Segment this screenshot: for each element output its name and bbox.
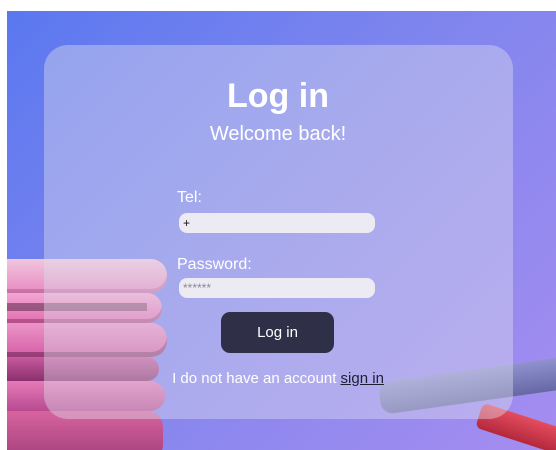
password-input[interactable]	[179, 278, 375, 298]
login-button[interactable]: Log in	[221, 312, 334, 353]
sign-in-link[interactable]: sign in	[341, 370, 384, 387]
signup-prompt: I do not have an account sign in	[0, 369, 556, 389]
page-title: Log in	[227, 77, 329, 115]
password-label: Password:	[177, 256, 252, 273]
viewport: Log in Welcome back! Tel: Password: Log …	[0, 0, 556, 450]
tel-label: Tel:	[177, 189, 202, 206]
page-subtitle: Welcome back!	[209, 123, 347, 145]
signup-prompt-text: I do not have an account	[172, 370, 337, 387]
tel-input[interactable]	[179, 213, 375, 233]
